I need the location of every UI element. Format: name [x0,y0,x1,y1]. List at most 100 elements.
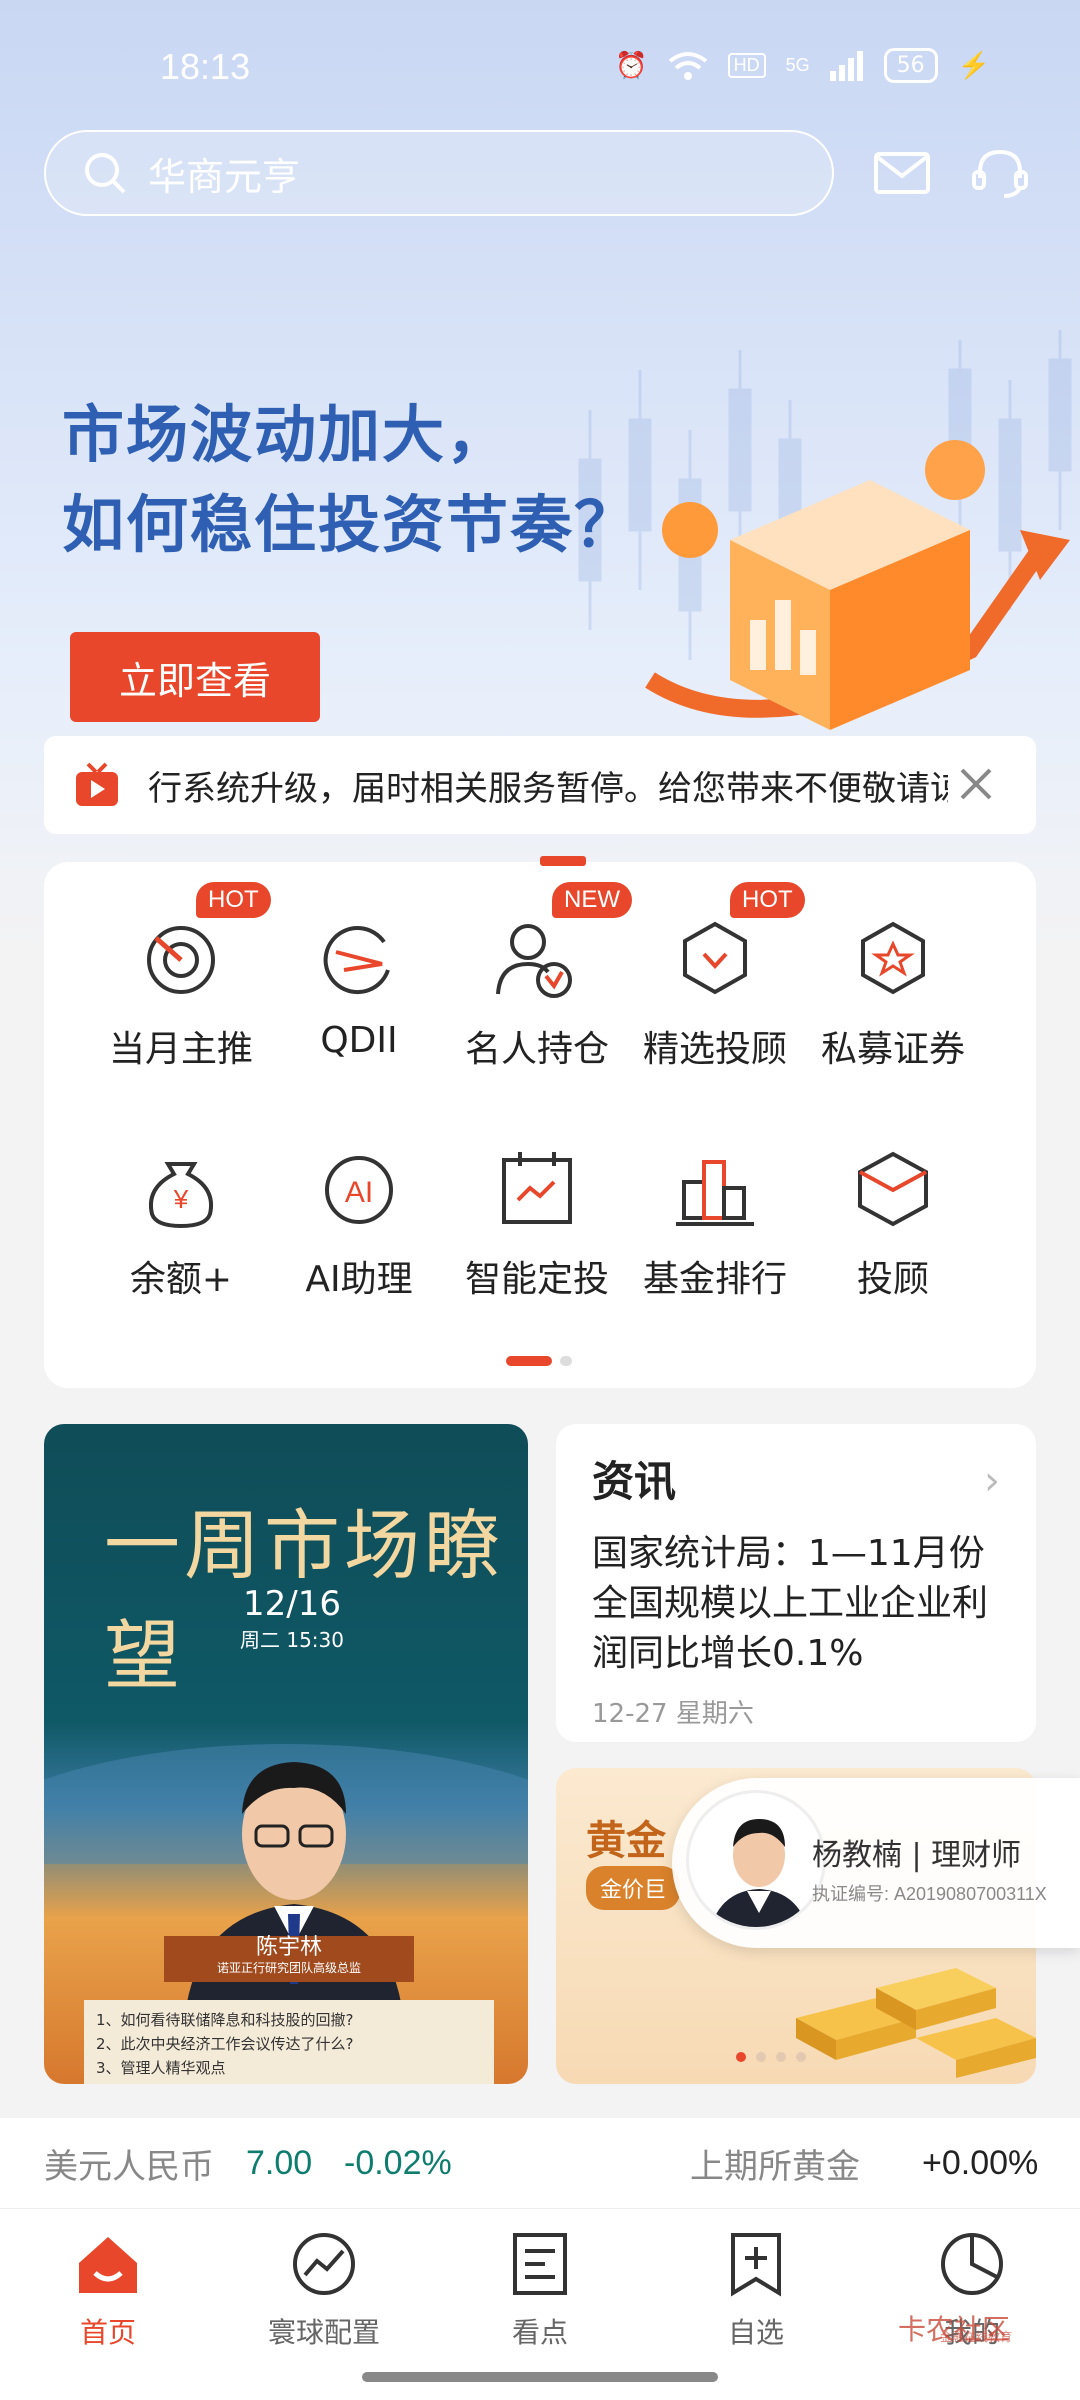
banner-view-button[interactable]: 立即查看 [70,632,320,722]
mail-icon[interactable] [872,146,932,200]
ai-icon: AI [325,1156,393,1224]
gold-carousel-indicator [736,2052,806,2062]
headset-icon[interactable] [970,146,1030,200]
market-ticker[interactable]: 美元人民币 7.00 -0.02% 上期所黄金 +0.00% [0,2118,1080,2208]
search-placeholder: 华商元亨 [148,154,301,199]
banner-title-line1: 市场波动加大， [62,398,511,471]
advisor-floating-card[interactable]: 杨教楠 | 理财师 执证编号: A2019080700311X [672,1778,1080,1948]
bookmark-plus-icon [731,2233,781,2297]
grid-item-monthly-pick[interactable]: HOT 当月主推 [91,882,271,1072]
speaker-name: 陈宇林 [255,1935,322,1960]
status-icons: ⏰ HD 5G 56 ⚡ [615,48,990,83]
ticker-gold-change: +0.00% [922,2143,1039,2182]
grid-item-label: 精选投顾 [642,1029,787,1070]
nav-item-highlights[interactable]: 看点 [460,2229,620,2351]
close-icon[interactable] [956,764,996,804]
calendar-chart-icon [502,1152,572,1224]
weekly-market-poster[interactable]: 一周市场瞭望 12/16 周二 15:30 陈宇林 诺亚正行研究团队高级总监 1… [44,1424,528,2084]
ticker-gold-label: 上期所黄金 [690,2146,860,2187]
grid-item-balance-plus[interactable]: ¥ 余额+ [91,1142,271,1302]
pie-icon [941,2233,1003,2295]
status-time: 18:13 [160,46,251,87]
advisor-avatar-image [710,1819,808,1927]
charging-icon: ⚡ [957,50,990,80]
grid-item-fund-ranking[interactable]: 基金排行 [625,1142,805,1302]
feature-grid: HOT 当月主推 QDII NEW 名人持仓 HOT 精选投顾 私募证券 ¥ 余… [44,856,1036,1388]
advisor-license: 执证编号: A2019080700311X [812,1884,1047,1904]
chevron-right-icon[interactable]: › [984,1458,1000,1504]
grid-item-qdii[interactable]: QDII [269,912,449,1061]
nav-item-global-allocation[interactable]: 寰球配置 [244,2229,404,2351]
nav-item-home[interactable]: 首页 [28,2229,188,2351]
plane-orbit-icon [323,926,390,995]
hexagon-star-icon [861,921,925,995]
hd-badge: HD [727,53,766,78]
svg-text:AI: AI [345,1176,373,1209]
alarm-icon: ⏰ [615,50,648,80]
gesture-home-bar[interactable] [362,2372,718,2382]
nav-label: 自选 [727,2316,784,2349]
poster-date: 12/16 周二 15:30 [240,1584,344,1653]
poster-questions: 1、如何看待联储降息和科技股的回撤? 2、此次中央经济工作会议传达了什么? 3、… [84,2000,494,2084]
new-badge: NEW [552,882,632,918]
grid-item-private-securities[interactable]: 私募证券 [803,912,983,1072]
battery-indicator: 56 [883,48,938,83]
grid-page-indicator [506,1356,572,1366]
banner-chart-illustration [645,440,1070,730]
globe-chart-icon [293,2233,355,2295]
grid-tab-indicator [540,856,586,866]
poster-question: 2、此次中央经济工作会议传达了什么? [96,2035,354,2053]
news-heading: 资讯 [592,1457,677,1506]
notice-bar[interactable]: 行系统升级，届时相关服务暂停。给您带来不便敬请谅解 [44,736,1036,834]
svg-text:¥: ¥ [173,1184,189,1214]
ticker-pair-label: 美元人民币 [44,2146,214,2187]
news-card[interactable]: 资讯 › 国家统计局：1—11月份全国规模以上工业企业利润同比增长0.1% 12… [556,1424,1036,1742]
poster-question: 3、管理人精华观点 [96,2059,226,2077]
search-bar[interactable]: 华商元亨 [44,130,834,216]
poster-date-time: 周二 15:30 [240,1628,344,1652]
carousel-dot [776,2052,786,2062]
money-bag-icon: ¥ [149,1162,213,1229]
advisor-name: 杨教楠 | 理财师 [812,1838,1022,1873]
grid-item-label: 当月主推 [108,1029,253,1070]
grid-item-label: 余额+ [129,1259,233,1300]
page-dot [560,1356,572,1366]
grid-item-celebrity-holdings[interactable]: NEW 名人持仓 [447,882,632,1072]
nav-item-watchlist[interactable]: 自选 [676,2229,836,2351]
grid-item-label: 名人持仓 [464,1029,609,1070]
watermark-subtitle: 金融在线教育 [940,2330,1013,2344]
search-icon [85,153,126,194]
box-icon [858,1151,928,1227]
grid-item-advisor[interactable]: 投顾 [803,1142,983,1302]
target-icon [147,926,215,994]
banner-title[interactable]: 市场波动加大， 如何稳住投资节奏？ [62,390,638,570]
carousel-dot [756,2052,766,2062]
grid-item-label: 智能定投 [464,1259,609,1300]
document-icon [513,2233,567,2295]
poster-date-day: 12/16 [243,1584,341,1624]
hexagon-check-icon [683,921,747,995]
carousel-dot [796,2052,806,2062]
poster-question: 1、如何看待联储降息和科技股的回撤? [96,2011,354,2029]
tv-icon [76,762,118,806]
carousel-dot-active [736,2052,746,2062]
news-headline[interactable]: 国家统计局：1—11月份全国规模以上工业企业利润同比增长0.1% [592,1529,1000,1679]
speaker-name-plate: 陈宇林 诺亚正行研究团队高级总监 [164,1936,414,1982]
speaker-title: 诺亚正行研究团队高级总监 [216,1961,361,1975]
hero-section: 18:13 ⏰ HD 5G 56 ⚡ 华商元亨 市场波动加大， 如何稳住投资节奏… [0,0,1080,950]
grid-item-label: QDII [320,1020,398,1061]
nav-label: 看点 [511,2316,568,2349]
notice-text: 行系统升级，届时相关服务暂停。给您带来不便敬请谅解 [148,768,948,809]
grid-item-advisory[interactable]: HOT 精选投顾 [625,882,805,1072]
home-icon [79,2237,137,2293]
page-dot-active [506,1356,552,1366]
grid-item-auto-invest[interactable]: 智能定投 [447,1142,627,1302]
grid-item-label: AI助理 [305,1259,413,1300]
grid-item-label: 基金排行 [642,1259,787,1300]
signal-icon [829,50,863,81]
grid-item-label: 投顾 [856,1259,929,1300]
ticker-pair-change: -0.02% [344,2143,452,2182]
avatar [686,1790,826,1930]
gold-tag: 金价巨 [586,1866,681,1910]
grid-item-ai-assistant[interactable]: AI AI助理 [269,1142,449,1302]
